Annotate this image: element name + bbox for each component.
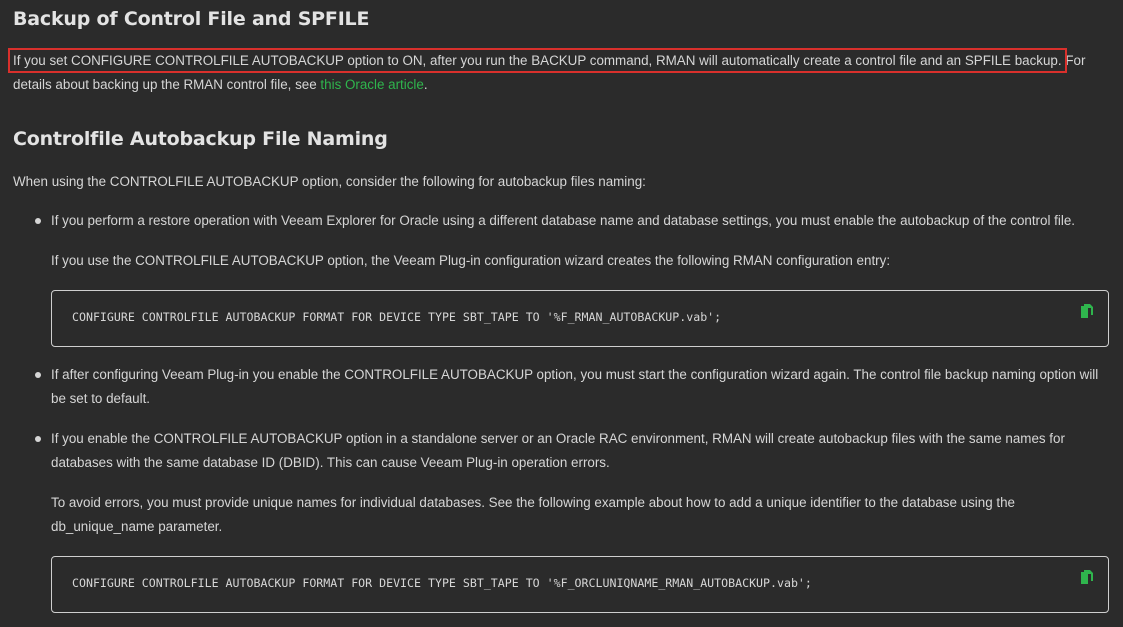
list-item: If you perform a restore operation with … [51,213,1075,228]
bullet-dot [35,436,41,442]
list-item-subtext: If you use the CONTROLFILE AUTOBACKUP op… [51,253,891,268]
list-item-subtext: To avoid errors, you must provide unique… [51,495,1015,534]
copy-icon[interactable] [1080,569,1094,585]
code-snippet: CONFIGURE CONTROLFILE AUTOBACKUP FORMAT … [72,310,722,324]
code-snippet: CONFIGURE CONTROLFILE AUTOBACKUP FORMAT … [72,576,812,590]
oracle-article-link[interactable]: this Oracle article [320,77,423,92]
backup-description: If you set CONFIGURE CONTROLFILE AUTOBAC… [8,48,1113,97]
highlighted-statement: If you set CONFIGURE CONTROLFILE AUTOBAC… [8,48,1067,73]
list-item: If after configuring Veeam Plug-in you e… [51,367,1099,406]
bullet-dot [35,218,41,224]
backup-description-end: . [423,77,428,92]
copy-icon[interactable] [1080,303,1094,319]
code-block: CONFIGURE CONTROLFILE AUTOBACKUP FORMAT … [51,290,1109,347]
list-item: If you enable the CONTROLFILE AUTOBACKUP… [51,431,1065,470]
code-block: CONFIGURE CONTROLFILE AUTOBACKUP FORMAT … [51,556,1109,613]
bullet-dot [35,372,41,378]
section-title-backup: Backup of Control File and SPFILE [13,8,370,30]
section-title-naming: Controlfile Autobackup File Naming [13,128,388,150]
naming-intro: When using the CONTROLFILE AUTOBACKUP op… [13,174,646,189]
